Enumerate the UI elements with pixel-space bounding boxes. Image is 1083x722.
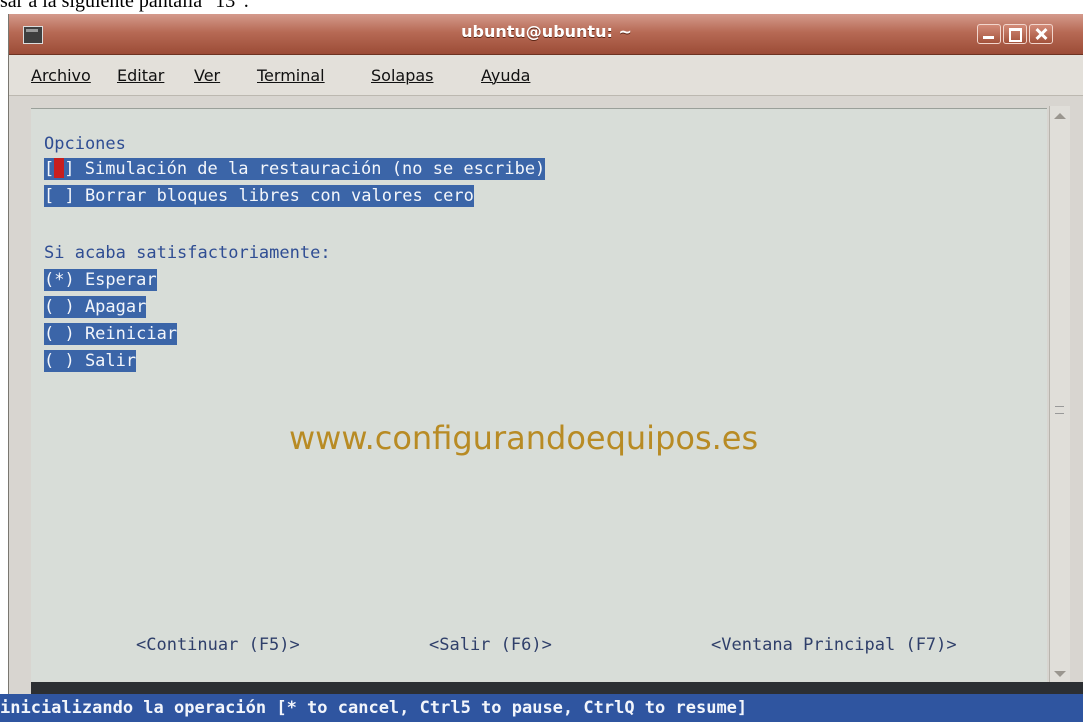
close-icon[interactable] [1029,24,1053,44]
page-caption: sar a la siguiente pantalla "13": [0,0,250,12]
title-bar[interactable]: ubuntu@ubuntu: ~ [9,14,1083,55]
terminal-area[interactable]: Opciones [ ] Simulación de la restauració… [31,108,1047,682]
checkbox-label-simulacion: ] Simulación de la restauración (no se e… [64,159,546,179]
cursor-indicator [54,158,65,178]
scroll-up-icon[interactable] [1054,113,1066,119]
window-title: ubuntu@ubuntu: ~ [461,22,632,41]
radio-esperar[interactable]: (*) Esperar [44,269,157,291]
minimize-icon[interactable] [977,24,1001,44]
checkbox-open-bracket: [ [44,159,55,179]
menu-archivo[interactable]: Archivo [31,66,91,85]
scroll-down-icon[interactable] [1054,671,1066,677]
continue-button[interactable]: <Continuar (F5)> [136,635,300,655]
watermark-text: www.configurandoequipos.es [289,419,759,457]
menu-bar: Archivo Editar Ver Terminal Solapas Ayud… [9,55,1083,96]
success-heading: Si acaba satisfactoriamente: [44,243,331,263]
checkbox-simulacion[interactable]: [ ] Simulación de la restauración (no se … [44,158,546,180]
menu-terminal[interactable]: Terminal [257,66,325,85]
radio-apagar[interactable]: ( ) Apagar [44,296,147,318]
menu-solapas[interactable]: Solapas [371,66,434,85]
checkbox-borrar-bloques[interactable]: [ ] Borrar bloques libres con valores ce… [44,185,474,207]
maximize-icon[interactable] [1003,24,1027,44]
terminal-window: ubuntu@ubuntu: ~ Archivo Editar Ver Term… [8,14,1083,722]
radio-reiniciar[interactable]: ( ) Reiniciar [44,323,178,345]
radio-salir[interactable]: ( ) Salir [44,350,137,372]
vertical-scrollbar[interactable] [1049,106,1070,684]
options-heading: Opciones [44,134,126,154]
menu-ayuda[interactable]: Ayuda [481,66,530,85]
scroll-grip-icon[interactable] [1055,406,1064,414]
exit-button[interactable]: <Salir (F6)> [429,635,552,655]
menu-ver[interactable]: Ver [194,66,220,85]
status-line: inicializando la operación [* to cancel,… [0,694,1083,722]
main-window-button[interactable]: <Ventana Principal (F7)> [711,635,957,655]
menu-editar[interactable]: Editar [117,66,164,85]
